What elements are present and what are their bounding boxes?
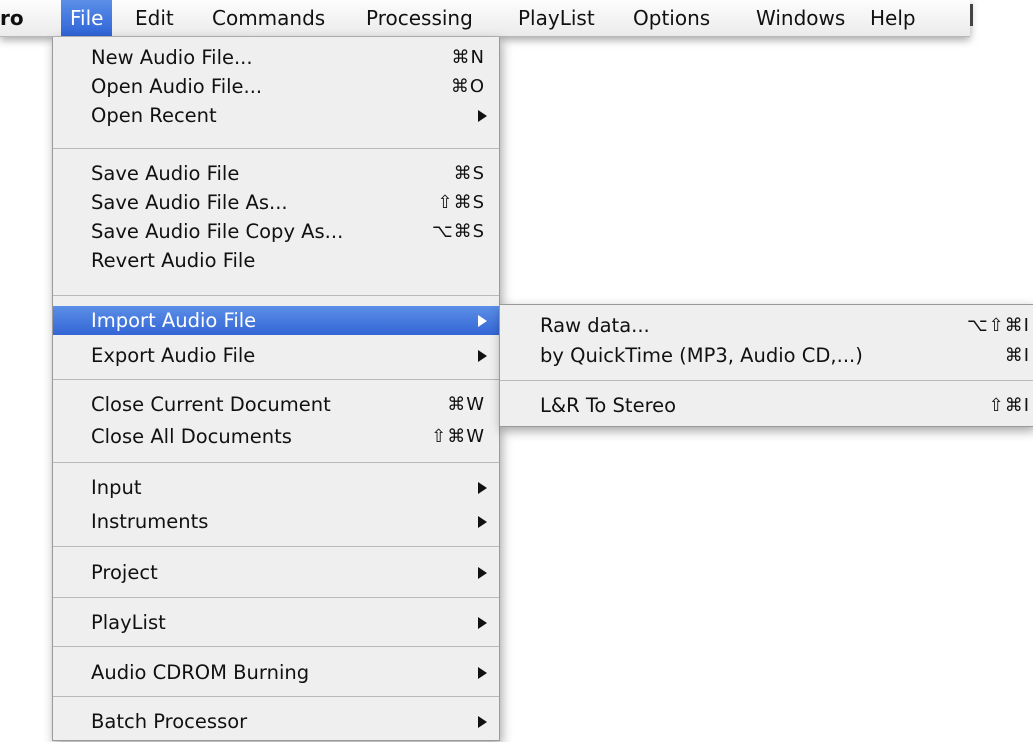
menu-item-label: Open Recent bbox=[91, 104, 217, 127]
menu-item-label: New Audio File... bbox=[91, 46, 253, 69]
menu-item-label: PlayList bbox=[91, 611, 166, 634]
submenu-arrow-icon bbox=[478, 482, 487, 494]
menu-separator bbox=[500, 380, 1033, 381]
menu-separator bbox=[53, 379, 499, 380]
menu-item-label: Open Audio File... bbox=[91, 75, 263, 98]
file-menu: New Audio File... ⌘N Open Audio File... … bbox=[52, 37, 500, 741]
menu-separator bbox=[53, 295, 499, 296]
menu-item-import-audio-file[interactable]: Import Audio File bbox=[53, 306, 499, 335]
shortcut-label: ⌘O bbox=[450, 76, 485, 97]
shortcut-label: ⌘W bbox=[447, 394, 485, 415]
menu-item-label: Instruments bbox=[91, 510, 209, 533]
shortcut-label: ⇧⌘S bbox=[437, 192, 485, 213]
menu-item-export-audio-file[interactable]: Export Audio File bbox=[53, 341, 499, 370]
menu-item-close-current-document[interactable]: Close Current Document ⌘W bbox=[53, 390, 499, 419]
menu-item-instruments[interactable]: Instruments bbox=[53, 507, 499, 536]
shortcut-label: ⌘S bbox=[453, 163, 485, 184]
submenu-item-raw-data[interactable]: Raw data... ⌥⇧⌘I bbox=[500, 311, 1033, 340]
submenu-arrow-icon bbox=[478, 716, 487, 728]
menu-item-label: Save Audio File Copy As... bbox=[91, 220, 344, 243]
menu-item-label: Close All Documents bbox=[91, 425, 292, 448]
menu-bar: ro File Edit Commands Processing PlayLis… bbox=[0, 0, 970, 37]
submenu-arrow-icon bbox=[478, 516, 487, 528]
menu-item-label: Import Audio File bbox=[91, 309, 257, 332]
menu-item-close-all-documents[interactable]: Close All Documents ⇧⌘W bbox=[53, 422, 499, 451]
menu-item-label: L&R To Stereo bbox=[540, 394, 677, 417]
menu-separator bbox=[53, 462, 499, 463]
menubar-windows[interactable]: Windows bbox=[756, 0, 845, 36]
menu-separator bbox=[53, 597, 499, 598]
submenu-arrow-icon bbox=[478, 617, 487, 629]
menubar-processing[interactable]: Processing bbox=[366, 0, 473, 36]
menu-separator bbox=[53, 696, 499, 697]
submenu-arrow-icon bbox=[478, 110, 487, 122]
submenu-item-by-quicktime[interactable]: by QuickTime (MP3, Audio CD,...) ⌘I bbox=[500, 341, 1033, 370]
menu-item-label: Save Audio File bbox=[91, 162, 240, 185]
shortcut-label: ⇧⌘W bbox=[431, 426, 485, 447]
menubar-playlist[interactable]: PlayList bbox=[518, 0, 595, 36]
menubar-app-name[interactable]: ro bbox=[0, 0, 24, 36]
menu-item-label: Audio CDROM Burning bbox=[91, 661, 310, 684]
menu-item-label: Raw data... bbox=[540, 314, 650, 337]
menu-item-playlist[interactable]: PlayList bbox=[53, 608, 499, 637]
menu-item-audio-cdrom-burning[interactable]: Audio CDROM Burning bbox=[53, 658, 499, 687]
menubar-help[interactable]: Help bbox=[870, 0, 916, 36]
menu-item-save-audio-file[interactable]: Save Audio File ⌘S bbox=[53, 159, 499, 188]
menubar-file[interactable]: File bbox=[61, 0, 113, 36]
submenu-item-lr-to-stereo[interactable]: L&R To Stereo ⇧⌘I bbox=[500, 391, 1033, 420]
menu-item-label: Batch Processor bbox=[91, 710, 248, 733]
shortcut-label: ⌥⌘S bbox=[431, 221, 485, 242]
menu-separator bbox=[53, 148, 499, 149]
menu-item-open-recent[interactable]: Open Recent bbox=[53, 101, 499, 130]
menubar-edge bbox=[970, 4, 973, 26]
menu-item-save-audio-file-copy-as[interactable]: Save Audio File Copy As... ⌥⌘S bbox=[53, 217, 499, 246]
menu-item-new-audio-file[interactable]: New Audio File... ⌘N bbox=[53, 43, 499, 72]
submenu-arrow-icon bbox=[478, 350, 487, 362]
menubar-edit[interactable]: Edit bbox=[135, 0, 174, 36]
menu-item-label: Export Audio File bbox=[91, 344, 256, 367]
menu-item-label: Project bbox=[91, 561, 158, 584]
menu-item-batch-processor[interactable]: Batch Processor bbox=[53, 707, 499, 736]
submenu-arrow-icon bbox=[478, 567, 487, 579]
menu-item-revert-audio-file[interactable]: Revert Audio File bbox=[53, 246, 499, 275]
menu-separator bbox=[53, 646, 499, 647]
menubar-options[interactable]: Options bbox=[633, 0, 710, 36]
menu-separator bbox=[53, 546, 499, 547]
shortcut-label: ⇧⌘I bbox=[988, 395, 1030, 416]
menu-item-save-audio-file-as[interactable]: Save Audio File As... ⇧⌘S bbox=[53, 188, 499, 217]
submenu-arrow-icon bbox=[478, 315, 487, 327]
menu-item-label: Save Audio File As... bbox=[91, 191, 288, 214]
shortcut-label: ⌘I bbox=[1004, 345, 1030, 366]
shortcut-label: ⌘N bbox=[451, 47, 485, 68]
menubar-commands[interactable]: Commands bbox=[212, 0, 325, 36]
menu-item-label: Revert Audio File bbox=[91, 249, 256, 272]
submenu-arrow-icon bbox=[478, 667, 487, 679]
shortcut-label: ⌥⇧⌘I bbox=[966, 315, 1030, 336]
menu-item-label: Input bbox=[91, 476, 142, 499]
menu-item-project[interactable]: Project bbox=[53, 558, 499, 587]
import-audio-file-submenu: Raw data... ⌥⇧⌘I by QuickTime (MP3, Audi… bbox=[499, 304, 1033, 427]
menu-item-input[interactable]: Input bbox=[53, 473, 499, 502]
menu-item-label: by QuickTime (MP3, Audio CD,...) bbox=[540, 344, 863, 367]
menu-item-open-audio-file[interactable]: Open Audio File... ⌘O bbox=[53, 72, 499, 101]
menu-item-label: Close Current Document bbox=[91, 393, 331, 416]
